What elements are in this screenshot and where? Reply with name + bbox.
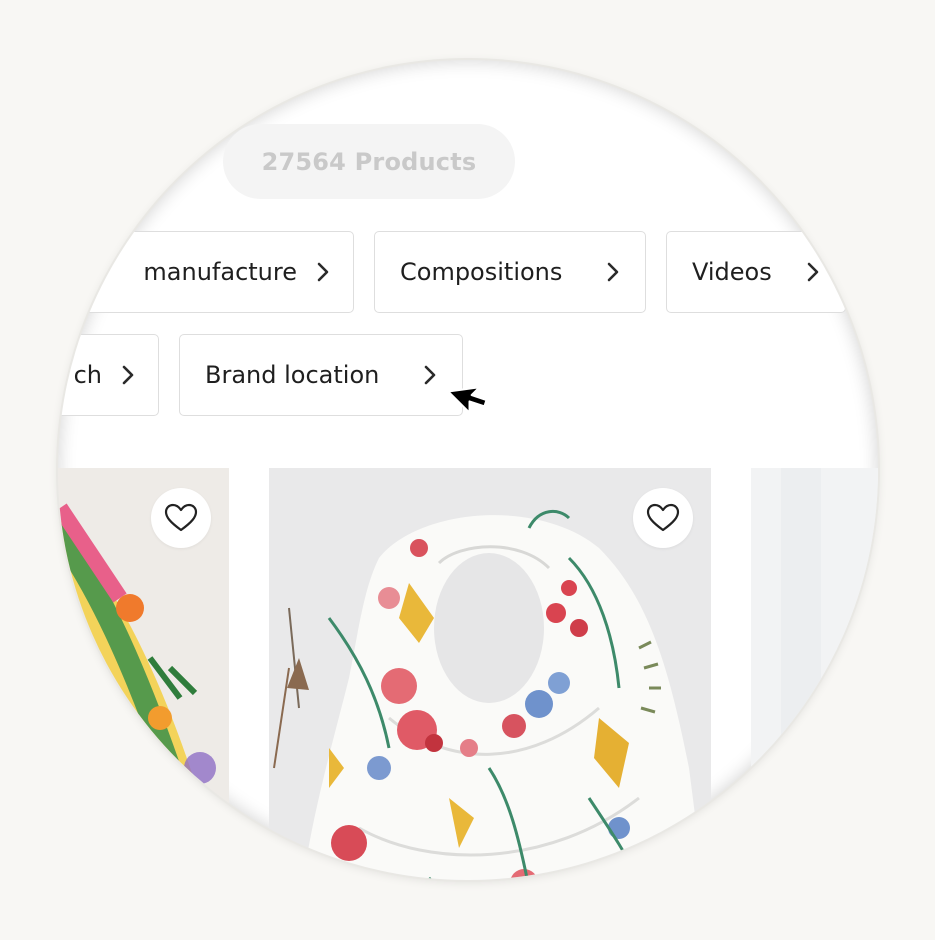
filter-chip-label: manufacture [143, 258, 297, 286]
favorite-button[interactable] [633, 488, 693, 548]
mouse-pointer-icon [447, 386, 488, 414]
page-canvas: 27564 Products manufacture Compositions … [58, 60, 878, 880]
filter-chip-label: Brand location [205, 361, 380, 389]
heart-outline-icon [164, 503, 198, 532]
chevron-right-icon [122, 365, 134, 385]
filter-chip-label: ch [73, 361, 102, 389]
product-image [751, 468, 878, 880]
filter-chip-brand-location[interactable]: Brand location [179, 334, 463, 416]
chevron-right-icon [424, 365, 436, 385]
filter-chip-manufacture[interactable]: manufacture [58, 231, 354, 313]
product-card[interactable] [58, 468, 229, 880]
product-count-text: 27564 Products [261, 147, 477, 176]
product-card[interactable] [269, 468, 711, 880]
magnifier-lens: 27564 Products manufacture Compositions … [58, 60, 878, 880]
product-card[interactable] [751, 468, 878, 880]
filter-chip-compositions[interactable]: Compositions [374, 231, 646, 313]
favorite-button[interactable] [151, 488, 211, 548]
filter-chip-videos[interactable]: Videos [666, 231, 846, 313]
chevron-right-icon [807, 262, 819, 282]
heart-outline-icon [646, 503, 680, 532]
filter-chip-label: Videos [692, 258, 772, 286]
chevron-right-icon [317, 262, 329, 282]
product-count-badge: 27564 Products [223, 124, 515, 199]
filter-chip-search[interactable]: ch [58, 334, 159, 416]
filter-chip-label: Compositions [400, 258, 563, 286]
chevron-right-icon [607, 262, 619, 282]
